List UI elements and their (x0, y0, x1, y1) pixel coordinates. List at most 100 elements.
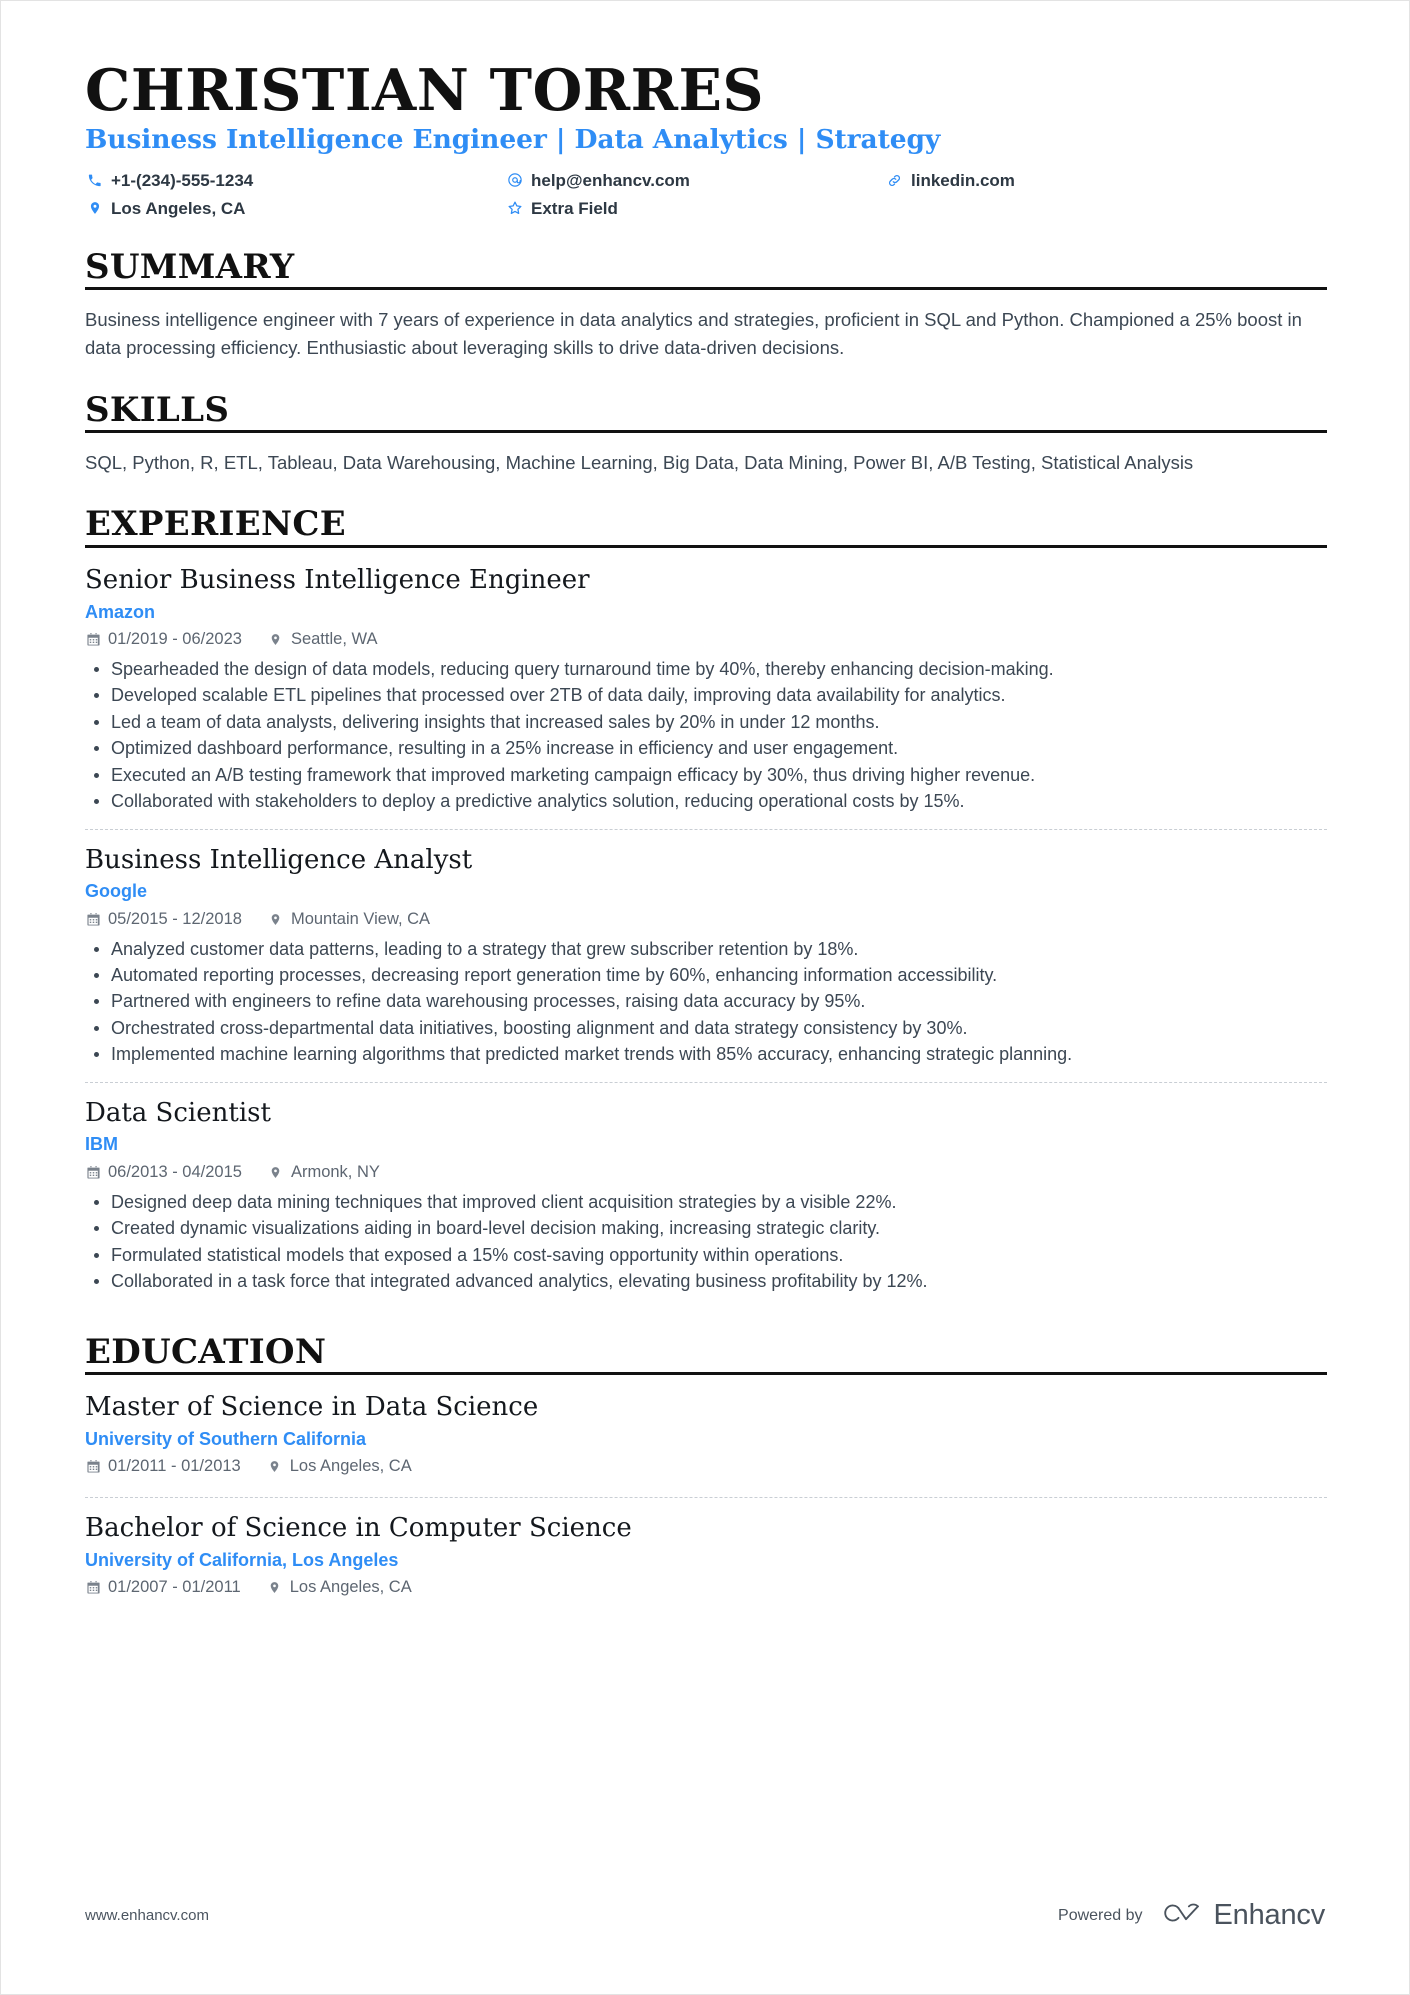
resume-content: CHRISTIAN TORRES Business Intelligence E… (85, 61, 1327, 1614)
resume-entry: Senior Business Intelligence Engineer Ama… (85, 564, 1327, 825)
enhancv-brand: Enhancv (1159, 1899, 1325, 1932)
entry-location: Mountain View, CA (290, 909, 431, 928)
entry-bullet: Formulated statistical models that expos… (85, 1242, 1327, 1268)
calendar-icon (85, 632, 101, 647)
entry-meta: 01/2019 - 06/2023 Seattle, WA (85, 630, 1327, 649)
contact-location-text: Los Angeles, CA (111, 199, 246, 219)
entry-bullet: Designed deep data mining techniques tha… (85, 1189, 1327, 1215)
section-education-rule (85, 1372, 1327, 1376)
link-icon (885, 173, 904, 188)
resume-entry: Bachelor of Science in Computer Science U… (85, 1497, 1327, 1614)
enhancv-brand-name: Enhancv (1213, 1899, 1326, 1931)
location-pin-icon (268, 912, 284, 927)
location-pin-icon (268, 632, 284, 647)
calendar-icon (85, 1580, 101, 1595)
entry-bullet: Developed scalable ETL pipelines that pr… (85, 682, 1327, 708)
skills-text: SQL, Python, R, ETL, Tableau, Data Wareh… (85, 452, 1194, 474)
summary-text: Business intelligence engineer with 7 ye… (85, 309, 1302, 359)
entry-meta: 01/2007 - 01/2011 Los Angeles, CA (85, 1578, 1327, 1597)
contact-phone[interactable]: +1-(234)-555-1234 (85, 170, 505, 191)
entry-location: Seattle, WA (290, 629, 378, 648)
footer-website-url[interactable]: www.enhancv.com (85, 1907, 209, 1924)
entry-location: Los Angeles, CA (289, 1578, 412, 1597)
entry-bullet: Partnered with engineers to refine data … (85, 988, 1327, 1014)
entry-title: Master of Science in Data Science (85, 1392, 539, 1423)
location-pin-icon (267, 1580, 283, 1595)
entry-bullet: Collaborated in a task force that integr… (85, 1268, 1327, 1294)
entry-location: Armonk, NY (290, 1162, 380, 1181)
entry-meta: 01/2011 - 01/2013 Los Angeles, CA (85, 1457, 1327, 1476)
contact-linkedin[interactable]: linkedin.com (885, 170, 1327, 191)
section-skills-rule (85, 430, 1327, 434)
calendar-icon (85, 912, 101, 927)
calendar-icon (85, 1165, 101, 1180)
entry-organization[interactable]: Amazon (85, 601, 1327, 624)
entry-bullet: Implemented machine learning algorithms … (85, 1041, 1327, 1067)
contact-extra-field-text: Extra Field (531, 199, 618, 219)
section-experience: EXPERIENCE Senior Business Intelligence … (85, 506, 1327, 1304)
entry-title: Data Scientist (85, 1097, 271, 1128)
section-summary-rule (85, 287, 1327, 291)
entry-meta: 05/2015 - 12/2018 Mountain View, CA (85, 910, 1327, 929)
experience-entry-list: Senior Business Intelligence Engineer Ama… (85, 564, 1327, 1304)
contact-email-text: help@enhancv.com (531, 171, 690, 191)
resume-footer: www.enhancv.com Powered by Enhancv (85, 1899, 1325, 1932)
entry-bullet: Automated reporting processes, decreasin… (85, 962, 1327, 988)
contact-details: +1-(234)-555-1234 help@enhancv.com linke… (85, 170, 1327, 220)
calendar-icon (85, 1459, 101, 1474)
section-summary-heading: SUMMARY (85, 246, 295, 287)
powered-by-label: Powered by (1058, 1906, 1143, 1924)
section-skills-heading: SKILLS (85, 389, 230, 430)
entry-location: Los Angeles, CA (289, 1457, 412, 1476)
contact-linkedin-text: linkedin.com (911, 171, 1015, 191)
entry-dates: 05/2015 - 12/2018 (108, 909, 242, 928)
entry-dates: 01/2007 - 01/2011 (108, 1578, 241, 1597)
candidate-headline: Business Intelligence Engineer | Data An… (85, 124, 941, 156)
section-experience-rule (85, 545, 1327, 549)
section-summary: SUMMARY Business intelligence engineer w… (85, 246, 1327, 363)
section-education-heading: EDUCATION (85, 1331, 327, 1372)
resume-page: CHRISTIAN TORRES Business Intelligence E… (0, 0, 1410, 1995)
education-entry-list: Master of Science in Data Science Univers… (85, 1391, 1327, 1614)
location-pin-icon (267, 1459, 283, 1474)
entry-title: Business Intelligence Analyst (85, 844, 473, 875)
entry-bullet: Led a team of data analysts, delivering … (85, 709, 1327, 735)
email-icon (505, 172, 524, 188)
location-icon (85, 200, 104, 216)
enhancv-logo-icon (1159, 1899, 1205, 1932)
contact-extra-field[interactable]: Extra Field (505, 198, 885, 219)
resume-header: CHRISTIAN TORRES Business Intelligence E… (85, 61, 1327, 220)
candidate-name: CHRISTIAN TORRES (85, 57, 765, 124)
resume-entry: Master of Science in Data Science Univers… (85, 1391, 1327, 1493)
star-icon (505, 200, 524, 216)
phone-icon (85, 173, 104, 188)
section-experience-heading: EXPERIENCE (85, 504, 346, 545)
entry-bullet: Executed an A/B testing framework that i… (85, 762, 1327, 788)
entry-dates: 06/2013 - 04/2015 (108, 1162, 242, 1181)
entry-organization[interactable]: Google (85, 880, 1327, 903)
entry-bullet: Collaborated with stakeholders to deploy… (85, 788, 1327, 814)
entry-title: Senior Business Intelligence Engineer (85, 565, 590, 596)
entry-bullet: Spearheaded the design of data models, r… (85, 656, 1327, 682)
entry-bullet: Orchestrated cross-departmental data ini… (85, 1015, 1327, 1041)
entry-organization[interactable]: University of California, Los Angeles (85, 1549, 1327, 1572)
entry-bullet: Analyzed customer data patterns, leading… (85, 936, 1327, 962)
entry-dates: 01/2011 - 01/2013 (108, 1457, 241, 1476)
entry-meta: 06/2013 - 04/2015 Armonk, NY (85, 1163, 1327, 1182)
entry-bullet: Optimized dashboard performance, resulti… (85, 735, 1327, 761)
resume-entry: Business Intelligence Analyst Google 05/20… (85, 828, 1327, 1078)
resume-sheet: CHRISTIAN TORRES Business Intelligence E… (0, 0, 1410, 1995)
contact-email[interactable]: help@enhancv.com (505, 170, 885, 191)
contact-phone-text: +1-(234)-555-1234 (111, 171, 254, 191)
contact-location[interactable]: Los Angeles, CA (85, 198, 505, 219)
entry-organization[interactable]: University of Southern California (85, 1428, 1327, 1451)
entry-title: Bachelor of Science in Computer Science (85, 1513, 632, 1544)
section-education: EDUCATION Master of Science in Data Scie… (85, 1331, 1327, 1615)
location-pin-icon (268, 1165, 284, 1180)
entry-bullet-list: Analyzed customer data patterns, leading… (85, 936, 1327, 1068)
entry-bullet-list: Spearheaded the design of data models, r… (85, 656, 1327, 815)
footer-branding: Powered by Enhancv (1058, 1899, 1325, 1932)
section-skills: SKILLS SQL, Python, R, ETL, Tableau, Dat… (85, 389, 1327, 478)
entry-dates: 01/2019 - 06/2023 (108, 629, 242, 648)
entry-organization[interactable]: IBM (85, 1133, 1327, 1156)
